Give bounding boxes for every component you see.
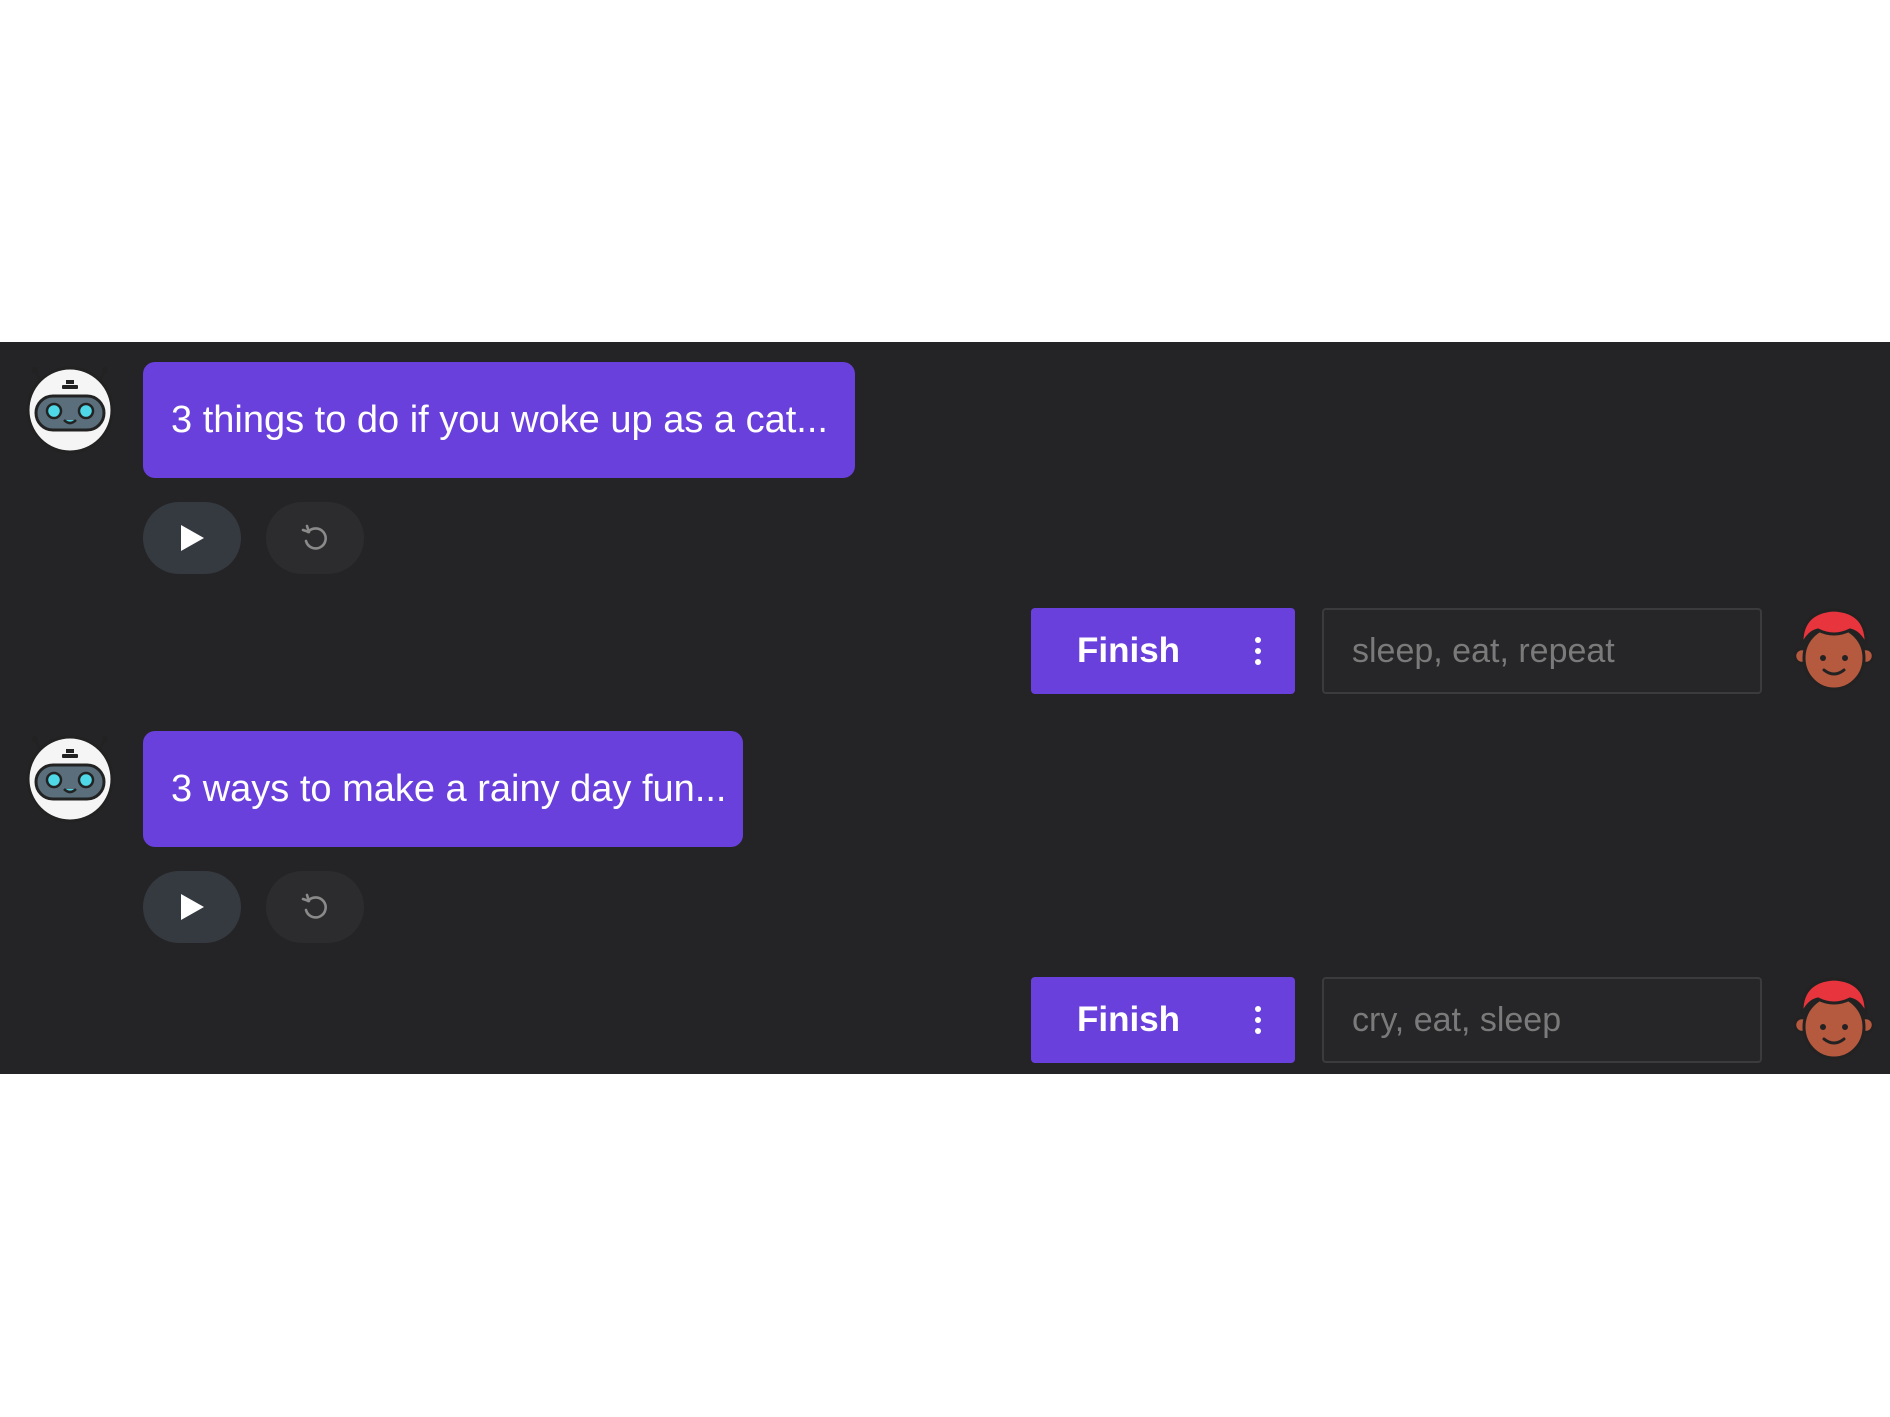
finish-label: Finish [1077,1000,1181,1039]
retry-icon [301,893,327,919]
user-avatar [1794,606,1874,692]
chat-panel: 3 things to do if you woke up as a cat..… [0,342,1890,1074]
answer-input[interactable] [1322,608,1762,694]
more-vertical-icon[interactable] [1255,637,1261,665]
person-icon [1794,977,1874,1060]
prompt-text: 3 things to do if you woke up as a cat..… [171,398,828,441]
play-button[interactable] [143,871,241,943]
user-avatar [1794,975,1874,1061]
finish-button[interactable]: Finish [1031,977,1295,1063]
robot-icon [26,366,114,454]
prompt-text: 3 ways to make a rainy day fun... [171,767,727,810]
person-icon [1794,608,1874,691]
retry-button[interactable] [266,871,364,943]
finish-button[interactable]: Finish [1031,608,1295,694]
bot-avatar [24,731,116,823]
play-icon [181,894,204,920]
robot-icon [26,735,114,823]
finish-label: Finish [1077,631,1181,670]
more-vertical-icon[interactable] [1255,1006,1261,1034]
retry-button[interactable] [266,502,364,574]
play-button[interactable] [143,502,241,574]
prompt-bubble: 3 things to do if you woke up as a cat..… [143,362,855,478]
prompt-bubble: 3 ways to make a rainy day fun... [143,731,743,847]
retry-icon [301,524,327,550]
answer-input[interactable] [1322,977,1762,1063]
bot-avatar [24,362,116,454]
play-icon [181,525,204,551]
